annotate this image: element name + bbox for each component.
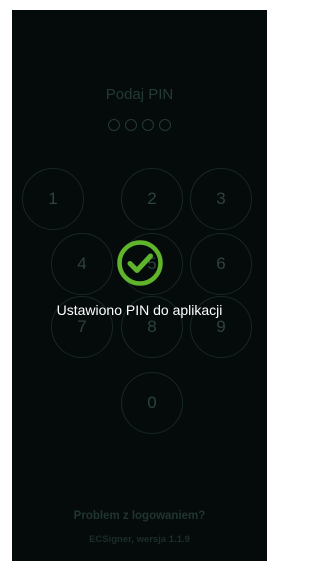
pin-screen: Podaj PIN 1 2 3 4 5 6 7 8 9 0 Problem z … <box>12 10 267 561</box>
pin-indicator <box>12 119 267 131</box>
toast-message: Ustawiono PIN do aplikacji <box>56 302 223 318</box>
pin-dot <box>142 119 154 131</box>
key-1[interactable]: 1 <box>22 168 84 230</box>
check-circle-icon <box>116 240 163 286</box>
pin-dot <box>108 119 120 131</box>
pin-dot <box>125 119 137 131</box>
pin-title: Podaj PIN <box>105 86 174 103</box>
login-problem-link[interactable]: Problem z logowaniem? <box>12 510 267 522</box>
app-version: ECSigner, wersja 1.1.9 <box>89 534 190 545</box>
key-0[interactable]: 0 <box>121 372 183 434</box>
key-3[interactable]: 3 <box>190 168 252 230</box>
success-toast: Ustawiono PIN do aplikacji <box>12 238 267 318</box>
pin-dot <box>159 119 171 131</box>
key-2[interactable]: 2 <box>121 168 183 230</box>
